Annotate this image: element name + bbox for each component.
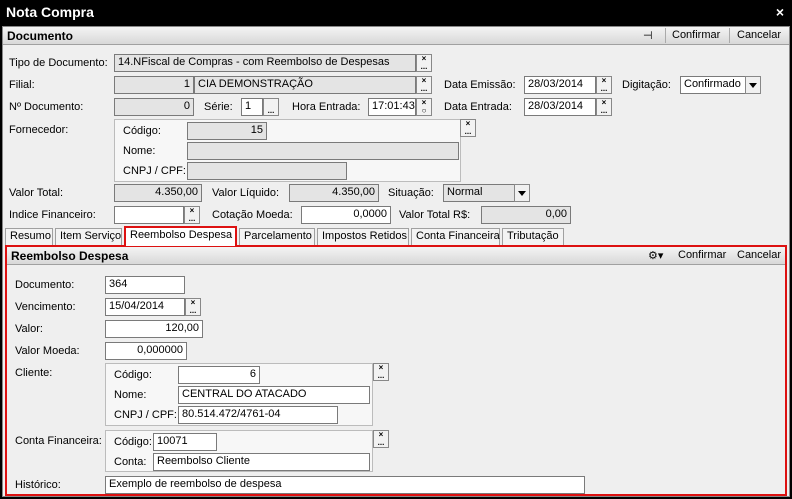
forn-cnpj-label: CNPJ / CPF: xyxy=(123,165,186,177)
chevron-down-icon[interactable] xyxy=(514,184,530,202)
filial-code-field[interactable]: 1 xyxy=(114,76,194,94)
historico-label: Histórico: xyxy=(15,479,61,491)
divider xyxy=(729,28,730,43)
cli-codigo-label: Código: xyxy=(114,369,152,381)
vencimento-field[interactable]: 15/04/2014 xyxy=(105,298,185,316)
window-title: Nota Compra xyxy=(6,4,94,20)
filial-label: Filial: xyxy=(9,79,35,91)
cotacao-label: Cotação Moeda: xyxy=(212,209,293,221)
tab-parcelamento[interactable]: Parcelamento xyxy=(239,228,315,245)
tab-impostos-retidos[interactable]: Impostos Retidos xyxy=(317,228,409,245)
cancel-button[interactable]: Cancelar xyxy=(737,29,781,41)
pin-icon[interactable]: ⊣ xyxy=(643,29,653,42)
cli-cnpj-label: CNPJ / CPF: xyxy=(114,409,177,421)
num-doc-label: Nº Documento: xyxy=(9,101,84,113)
fornecedor-picker-icon[interactable]: ×... xyxy=(460,119,476,137)
valor-moeda-label: Valor Moeda: xyxy=(15,345,80,357)
historico-field[interactable]: Exemplo de reembolso de despesa xyxy=(105,476,585,494)
cf-codigo-field[interactable]: 10071 xyxy=(153,433,217,451)
cli-nome-label: Nome: xyxy=(114,389,147,401)
situacao-select[interactable]: Normal xyxy=(443,184,515,202)
data-entrada-label: Data Entrada: xyxy=(444,101,512,113)
situacao-label: Situação: xyxy=(388,187,434,199)
valor-label: Valor: xyxy=(15,323,43,335)
tipo-doc-field[interactable]: 14.NFiscal de Compras - com Reembolso de… xyxy=(114,54,416,72)
digitacao-label: Digitação: xyxy=(622,79,671,91)
calendar-icon[interactable]: ×... xyxy=(185,298,201,316)
calendar-icon[interactable]: ×... xyxy=(596,98,612,116)
valor-moeda-field[interactable]: 0,000000 xyxy=(105,342,187,360)
panel-header: Reembolso Despesa ⚙▾ Confirmar Cancelar xyxy=(7,247,785,265)
forn-nome-field xyxy=(187,142,459,160)
form-body: Documento ⊣ Confirmar Cancelar Tipo de D… xyxy=(2,26,790,497)
tab-item-servico[interactable]: Item Serviço xyxy=(55,228,122,245)
section-title: Documento xyxy=(7,29,73,43)
divider xyxy=(665,28,666,43)
documento-header: Documento ⊣ Confirmar Cancelar xyxy=(3,27,789,45)
panel-cancel-button[interactable]: Cancelar xyxy=(737,249,781,261)
serie-picker-icon[interactable]: ... xyxy=(263,98,279,116)
chevron-down-icon[interactable] xyxy=(745,76,761,94)
conta-fin-group: Código: 10071 Conta: Reembolso Cliente xyxy=(105,430,373,472)
forn-nome-label: Nome: xyxy=(123,145,156,157)
valor-field[interactable]: 120,00 xyxy=(105,320,203,338)
cli-nome-field: CENTRAL DO ATACADO xyxy=(178,386,370,404)
valor-total-label: Valor Total: xyxy=(9,187,64,199)
cf-conta-field: Reembolso Cliente xyxy=(153,453,370,471)
fornecedor-label: Fornecedor: xyxy=(9,124,69,136)
panel-confirm-button[interactable]: Confirmar xyxy=(678,249,726,261)
forn-cnpj-field xyxy=(187,162,347,180)
valor-total-field: 4.350,00 xyxy=(114,184,202,202)
filial-picker-icon[interactable]: ×... xyxy=(416,76,432,94)
cliente-label: Cliente: xyxy=(15,367,53,379)
filial-name-field: CIA DEMONSTRAÇÃO xyxy=(194,76,416,94)
cli-codigo-field[interactable]: 6 xyxy=(178,366,260,384)
cotacao-field[interactable]: 0,0000 xyxy=(301,206,391,224)
tools-icon[interactable]: ⚙▾ xyxy=(648,249,663,262)
valor-total-rs-field: 0,00 xyxy=(481,206,571,224)
hora-entrada-field[interactable]: 17:01:43 xyxy=(368,98,416,116)
indice-fin-field[interactable] xyxy=(114,206,184,224)
data-emissao-label: Data Emissão: xyxy=(444,79,516,91)
digitacao-select[interactable]: Confirmado xyxy=(680,76,746,94)
conta-fin-label: Conta Financeira: xyxy=(15,435,102,447)
vencimento-label: Vencimento: xyxy=(15,301,76,313)
panel-title: Reembolso Despesa xyxy=(11,249,129,263)
nota-compra-window: Nota Compra × Documento ⊣ Confirmar Canc… xyxy=(0,0,792,499)
cf-codigo-label: Código: xyxy=(114,436,152,448)
data-emissao-field[interactable]: 28/03/2014 xyxy=(524,76,596,94)
tab-tributacao[interactable]: Tributação xyxy=(502,228,564,245)
cliente-group: Código: 6 Nome: CENTRAL DO ATACADO CNPJ … xyxy=(105,363,373,426)
tab-conta-financeira[interactable]: Conta Financeira xyxy=(411,228,500,245)
tab-resumo[interactable]: Resumo xyxy=(5,228,53,245)
forn-codigo-label: Código: xyxy=(123,125,161,137)
valor-liquido-label: Valor Líquido: xyxy=(212,187,280,199)
cli-cnpj-field: 80.514.472/4761-04 xyxy=(178,406,338,424)
clock-icon[interactable]: × ○ xyxy=(416,98,432,116)
tipo-doc-label: Tipo de Documento: xyxy=(9,57,108,69)
hora-entrada-label: Hora Entrada: xyxy=(292,101,361,113)
tab-reembolso-despesa[interactable]: Reembolso Despesa xyxy=(124,226,237,246)
serie-label: Série: xyxy=(204,101,233,113)
close-icon[interactable]: × xyxy=(776,4,784,20)
reembolso-panel: Reembolso Despesa ⚙▾ Confirmar Cancelar … xyxy=(5,245,787,496)
title-bar: Nota Compra × xyxy=(0,0,792,26)
cliente-picker-icon[interactable]: ×... xyxy=(373,363,389,381)
confirm-button[interactable]: Confirmar xyxy=(672,29,720,41)
valor-total-rs-label: Valor Total R$: xyxy=(399,209,471,221)
indice-fin-label: Indice Financeiro: xyxy=(9,209,96,221)
documento-field[interactable]: 364 xyxy=(105,276,185,294)
tipo-doc-picker-icon[interactable]: ×... xyxy=(416,54,432,72)
forn-codigo-field[interactable]: 15 xyxy=(187,122,267,140)
valor-liquido-field: 4.350,00 xyxy=(289,184,379,202)
documento-label: Documento: xyxy=(15,279,75,291)
conta-fin-picker-icon[interactable]: ×... xyxy=(373,430,389,448)
serie-field[interactable]: 1 xyxy=(241,98,263,116)
data-entrada-field[interactable]: 28/03/2014 xyxy=(524,98,596,116)
cf-conta-label: Conta: xyxy=(114,456,147,468)
indice-picker-icon[interactable]: ×... xyxy=(184,206,200,224)
num-doc-field[interactable]: 0 xyxy=(114,98,194,116)
fornecedor-group: Código: 15 Nome: CNPJ / CPF: xyxy=(114,119,461,182)
calendar-icon[interactable]: ×... xyxy=(596,76,612,94)
